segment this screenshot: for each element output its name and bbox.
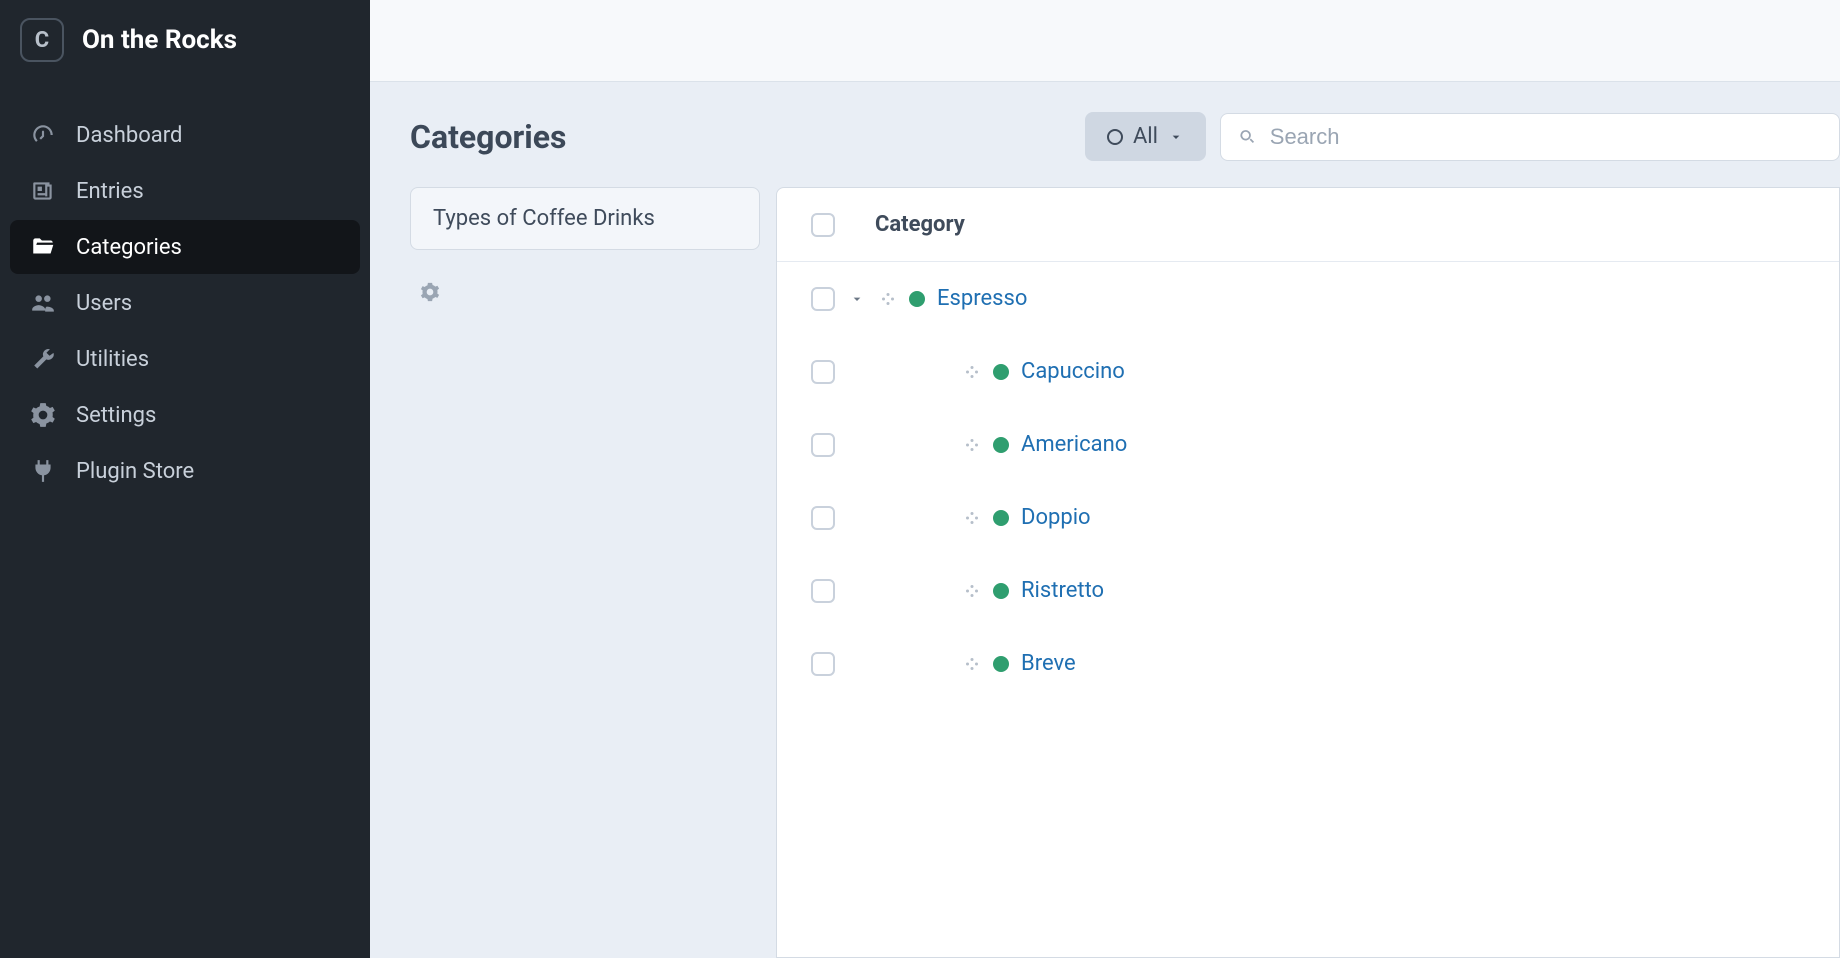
folder-open-icon — [28, 234, 58, 260]
nav-item-settings[interactable]: Settings — [10, 388, 360, 442]
row-checkbox[interactable] — [811, 287, 835, 311]
table-row: Breve — [777, 627, 1839, 700]
source-settings-button[interactable] — [410, 282, 760, 307]
nav-item-entries[interactable]: Entries — [10, 164, 360, 218]
drag-handle[interactable] — [963, 436, 981, 454]
column-header-category: Category — [875, 212, 965, 237]
chevron-down-icon — [849, 291, 865, 307]
topbar — [370, 0, 1840, 82]
nav-label: Settings — [76, 403, 156, 428]
nav-label: Entries — [76, 179, 144, 204]
gear-icon — [28, 402, 58, 428]
status-enabled-icon — [993, 656, 1009, 672]
move-icon — [963, 509, 981, 527]
chevron-down-icon — [1168, 129, 1184, 145]
gauge-icon — [28, 122, 58, 148]
category-link[interactable]: Americano — [1021, 432, 1127, 457]
row-checkbox[interactable] — [811, 506, 835, 530]
status-enabled-icon — [993, 437, 1009, 453]
status-enabled-icon — [993, 510, 1009, 526]
nav-label: Utilities — [76, 347, 149, 372]
expand-toggle[interactable] — [847, 291, 867, 307]
status-enabled-icon — [993, 583, 1009, 599]
drag-handle[interactable] — [963, 655, 981, 673]
nav-label: Categories — [76, 235, 182, 260]
drag-handle[interactable] — [963, 509, 981, 527]
category-link[interactable]: Breve — [1021, 651, 1076, 676]
app-root: C On the Rocks Dashboard Entries — [0, 0, 1840, 958]
primary-nav: Dashboard Entries Categories Users — [0, 84, 370, 498]
gear-icon — [420, 282, 440, 302]
nav-item-users[interactable]: Users — [10, 276, 360, 330]
table-row: Capuccino — [777, 335, 1839, 408]
source-item-label: Types of Coffee Drinks — [433, 206, 655, 231]
table-row: Espresso — [777, 262, 1839, 335]
search-icon — [1237, 126, 1258, 148]
nav-item-categories[interactable]: Categories — [10, 220, 360, 274]
category-link[interactable]: Doppio — [1021, 505, 1091, 530]
status-enabled-icon — [909, 291, 925, 307]
category-link[interactable]: Espresso — [937, 286, 1027, 311]
status-filter-button[interactable]: All — [1085, 112, 1206, 161]
app-logo-letter: C — [35, 28, 49, 53]
header-row: Categories All — [410, 112, 1840, 161]
search-input[interactable] — [1270, 124, 1823, 150]
category-link[interactable]: Ristretto — [1021, 578, 1104, 603]
drag-handle[interactable] — [879, 290, 897, 308]
body-row: Types of Coffee Drinks Category — [410, 187, 1840, 958]
move-icon — [963, 582, 981, 600]
main: Categories All Types of Co — [370, 0, 1840, 958]
source-pane: Types of Coffee Drinks — [410, 187, 760, 958]
table-header: Category — [777, 188, 1839, 262]
page-title: Categories — [410, 118, 566, 156]
row-checkbox[interactable] — [811, 360, 835, 384]
nav-item-utilities[interactable]: Utilities — [10, 332, 360, 386]
category-link[interactable]: Capuccino — [1021, 359, 1125, 384]
nav-item-dashboard[interactable]: Dashboard — [10, 108, 360, 162]
app-logo[interactable]: C — [20, 18, 64, 62]
table-row: Doppio — [777, 481, 1839, 554]
newspaper-icon — [28, 178, 58, 204]
users-icon — [28, 290, 58, 316]
header-right: All — [586, 112, 1840, 161]
wrench-icon — [28, 346, 58, 372]
row-checkbox[interactable] — [811, 579, 835, 603]
search-field-wrap — [1220, 113, 1840, 161]
move-icon — [963, 363, 981, 381]
nav-item-plugin-store[interactable]: Plugin Store — [10, 444, 360, 498]
row-checkbox[interactable] — [811, 652, 835, 676]
app-title: On the Rocks — [82, 25, 237, 55]
source-item-types-of-coffee-drinks[interactable]: Types of Coffee Drinks — [410, 187, 760, 250]
move-icon — [963, 436, 981, 454]
drag-handle[interactable] — [963, 363, 981, 381]
table-body: Espresso Capuccino — [777, 262, 1839, 700]
nav-label: Plugin Store — [76, 459, 194, 484]
row-checkbox[interactable] — [811, 433, 835, 457]
drag-handle[interactable] — [963, 582, 981, 600]
table-row: Americano — [777, 408, 1839, 481]
sidebar-header: C On the Rocks — [0, 0, 370, 84]
select-all-checkbox[interactable] — [811, 213, 835, 237]
status-enabled-icon — [993, 364, 1009, 380]
sidebar: C On the Rocks Dashboard Entries — [0, 0, 370, 958]
content: Categories All Types of Co — [370, 82, 1840, 958]
move-icon — [879, 290, 897, 308]
nav-label: Users — [76, 291, 132, 316]
table-row: Ristretto — [777, 554, 1839, 627]
status-any-icon — [1107, 129, 1123, 145]
element-listing: Category Espr — [776, 187, 1840, 958]
move-icon — [963, 655, 981, 673]
plug-icon — [28, 458, 58, 484]
nav-label: Dashboard — [76, 123, 182, 148]
status-filter-label: All — [1133, 124, 1158, 149]
